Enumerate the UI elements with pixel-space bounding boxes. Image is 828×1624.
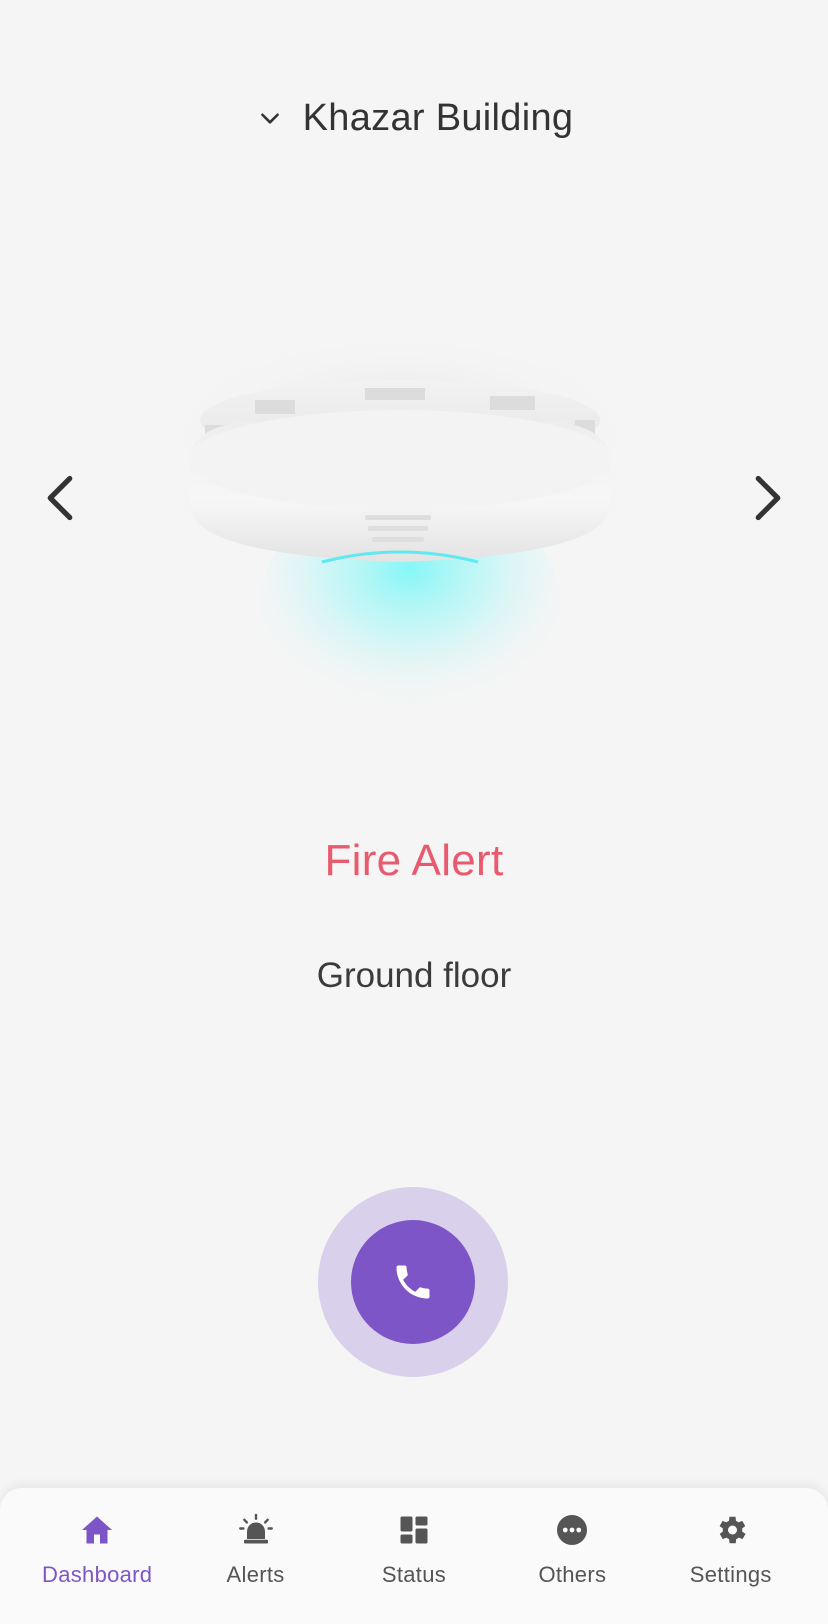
nav-label: Status <box>381 1562 447 1587</box>
nav-item-alerts[interactable]: Alerts <box>181 1510 331 1588</box>
building-name: Khazar Building <box>302 96 574 139</box>
chevron-down-icon <box>255 103 285 133</box>
next-device-button[interactable] <box>738 468 798 528</box>
nav-label: Others <box>538 1562 607 1587</box>
alert-location: Ground floor <box>316 956 512 995</box>
chevron-right-icon <box>755 475 781 521</box>
previous-device-button[interactable] <box>30 468 90 528</box>
phone-icon <box>396 1265 430 1299</box>
building-selector[interactable]: Khazar Building <box>0 88 828 148</box>
nav-label: Dashboard <box>42 1562 153 1587</box>
chevron-left-icon <box>47 475 73 521</box>
nav-item-dashboard[interactable]: Dashboard <box>22 1510 172 1588</box>
nav-item-status[interactable]: Status <box>339 1510 489 1588</box>
nav-item-others[interactable]: Others <box>497 1510 647 1588</box>
call-button-inner <box>351 1220 475 1344</box>
siren-icon <box>236 1510 276 1550</box>
call-button[interactable] <box>318 1187 508 1377</box>
gear-icon <box>711 1510 751 1550</box>
nav-item-settings[interactable]: Settings <box>656 1510 806 1588</box>
screen: Khazar Building Fire Alert Ground floor … <box>0 0 828 1624</box>
bottom-navigation: Dashboard Alerts Status Others Settings <box>0 1488 828 1624</box>
smoke-detector-image <box>160 330 660 800</box>
nav-label: Settings <box>689 1562 772 1587</box>
nav-label: Alerts <box>226 1562 285 1587</box>
grid-icon <box>394 1510 434 1550</box>
more-dots-icon <box>552 1510 592 1550</box>
home-icon <box>77 1510 117 1550</box>
alert-title: Fire Alert <box>324 836 504 885</box>
